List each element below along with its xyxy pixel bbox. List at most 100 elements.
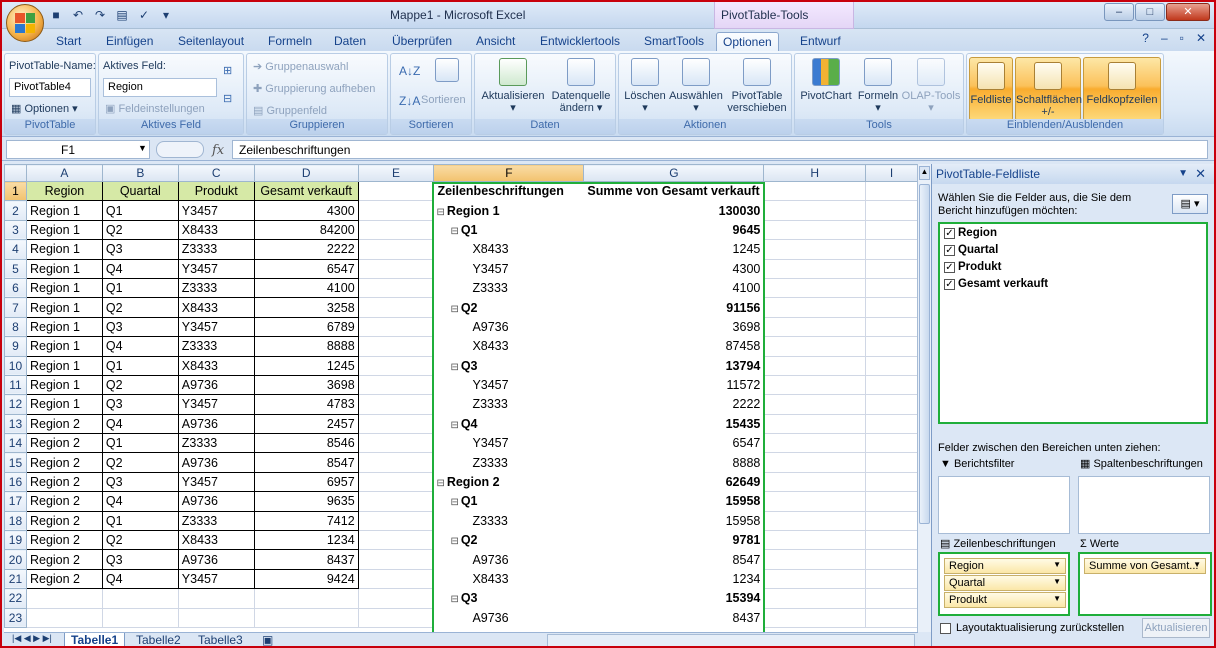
pivot-item-label[interactable]: X8433	[433, 336, 585, 357]
source-data-cell[interactable]: Region 1	[25, 200, 103, 221]
source-data-cell[interactable]: Region 1	[25, 355, 103, 376]
scroll-thumb[interactable]	[919, 184, 930, 524]
collapse-icon[interactable]: ⊟	[450, 304, 458, 315]
pivot-value-cell[interactable]: 62649	[583, 471, 765, 493]
pivot-group-label[interactable]: ⊟ Q4	[433, 413, 585, 435]
empty-cell[interactable]	[763, 491, 867, 512]
source-data-cell[interactable]: Q1	[101, 200, 179, 221]
source-data-cell[interactable]: Region 2	[25, 568, 103, 590]
tab-optionen[interactable]: Optionen	[716, 32, 779, 51]
pivot-value-cell[interactable]: 4100	[583, 277, 765, 299]
tab-start[interactable]: Start	[50, 32, 87, 51]
empty-cell[interactable]	[177, 588, 255, 609]
scroll-up-icon[interactable]: ▲	[919, 166, 930, 180]
pivot-value-cell[interactable]: 13794	[583, 355, 765, 376]
source-data-cell[interactable]: Z3333	[177, 433, 255, 454]
pivot-group-label[interactable]: ⊟ Q2	[433, 530, 585, 551]
maximize-button[interactable]: □	[1135, 3, 1165, 21]
pivot-item-label[interactable]: X8433	[433, 568, 585, 590]
source-data-cell[interactable]: Q1	[101, 355, 179, 376]
source-data-cell[interactable]: Z3333	[177, 336, 255, 357]
source-data-cell[interactable]: Q3	[101, 394, 179, 415]
tab-entwicklertools[interactable]: Entwicklertools	[534, 32, 626, 51]
empty-cell[interactable]	[865, 336, 918, 357]
empty-cell[interactable]	[763, 200, 867, 221]
pivot-value-cell[interactable]: 11572	[583, 374, 765, 396]
pivot-value-cell[interactable]: 1234	[583, 568, 765, 590]
insert-function-icon[interactable]: fx	[212, 143, 224, 158]
close-button[interactable]: ✕	[1166, 3, 1210, 21]
source-data-cell[interactable]: Region 1	[25, 297, 103, 318]
source-data-cell[interactable]: Q4	[101, 258, 179, 279]
pane-dropdown-icon[interactable]: ▼	[1178, 168, 1188, 179]
pivot-item-label[interactable]: Z3333	[433, 277, 585, 299]
source-data-cell[interactable]: Region 1	[25, 316, 103, 338]
checkbox-quartal[interactable]: ✓	[944, 245, 955, 256]
source-data-cell[interactable]: A9736	[177, 452, 255, 473]
source-data-cell[interactable]: Q3	[101, 549, 179, 570]
source-data-cell[interactable]: Region 2	[25, 452, 103, 473]
pivot-value-cell[interactable]: 2222	[583, 394, 765, 415]
empty-cell[interactable]	[25, 588, 103, 609]
source-data-cell[interactable]: Region 1	[25, 336, 103, 357]
row-header[interactable]: 15	[4, 452, 27, 473]
empty-cell[interactable]	[865, 588, 918, 609]
source-data-cell[interactable]: Q2	[101, 530, 179, 551]
source-data-cell[interactable]: 8437	[253, 549, 359, 570]
empty-cell[interactable]	[25, 607, 103, 628]
print-preview-icon[interactable]: ▤	[114, 7, 130, 23]
empty-cell[interactable]	[763, 433, 867, 454]
sort-button-label[interactable]: Sortieren	[421, 94, 466, 106]
source-data-cell[interactable]: A9736	[177, 549, 255, 570]
empty-cell[interactable]	[101, 607, 179, 628]
row-header[interactable]: 19	[4, 530, 27, 551]
source-data-cell[interactable]: Region 2	[25, 510, 103, 532]
source-data-cell[interactable]: 1245	[253, 355, 359, 376]
source-data-cell[interactable]: Q1	[101, 510, 179, 532]
source-data-cell[interactable]: Region 1	[25, 219, 103, 241]
office-button[interactable]	[6, 4, 44, 42]
tab-entwurf[interactable]: Entwurf	[794, 32, 847, 51]
sheet-nav-icons[interactable]: |◀ ◀ ▶ ▶|	[6, 633, 58, 646]
empty-cell[interactable]	[357, 239, 435, 260]
save-icon[interactable]: ■	[48, 7, 64, 23]
report-filter-area[interactable]	[938, 476, 1070, 534]
collapse-icon[interactable]: ⊟	[450, 226, 458, 237]
update-button[interactable]: Aktualisieren	[1142, 618, 1210, 638]
empty-cell[interactable]	[763, 297, 867, 318]
empty-cell[interactable]	[865, 355, 918, 376]
source-data-cell[interactable]: Q2	[101, 374, 179, 396]
field-headers-button[interactable]: Feldkopfzeilen	[1083, 57, 1161, 121]
sort-descending-icon[interactable]: Z↓A	[399, 94, 420, 108]
pivot-item-label[interactable]: A9736	[433, 549, 585, 570]
ribbon-minimize-icon[interactable]: –	[1161, 31, 1168, 45]
pivot-item-label[interactable]: Y3457	[433, 258, 585, 279]
source-data-cell[interactable]: Y3457	[177, 394, 255, 415]
source-data-cell[interactable]: A9736	[177, 374, 255, 396]
chevron-down-icon[interactable]: ▼	[1053, 560, 1061, 569]
empty-cell[interactable]	[253, 607, 359, 628]
column-header-g[interactable]: G	[583, 164, 765, 182]
empty-cell[interactable]	[865, 297, 918, 318]
empty-cell[interactable]	[357, 549, 435, 570]
source-data-cell[interactable]: Region 2	[25, 413, 103, 435]
empty-cell[interactable]	[763, 413, 867, 435]
row-header[interactable]: 4	[4, 239, 27, 260]
pivot-group-label[interactable]: ⊟ Region 1	[433, 200, 585, 221]
column-header-i[interactable]: I	[865, 164, 918, 182]
field-list-button[interactable]: Feldliste	[969, 57, 1013, 121]
pivot-item-label[interactable]: Y3457	[433, 374, 585, 396]
field-list-layout-button[interactable]: ▤ ▾	[1172, 194, 1208, 214]
empty-cell[interactable]	[763, 588, 867, 609]
group-field-button[interactable]: ▤ Gruppenfeld	[253, 104, 327, 117]
collapse-icon[interactable]: ⊟	[450, 420, 458, 431]
source-data-cell[interactable]: Z3333	[177, 510, 255, 532]
vertical-scrollbar[interactable]: ▲	[917, 164, 931, 632]
empty-cell[interactable]	[357, 355, 435, 376]
source-data-cell[interactable]: 3698	[253, 374, 359, 396]
empty-cell[interactable]	[865, 316, 918, 338]
pivot-group-label[interactable]: ⊟ Q1	[433, 491, 585, 512]
source-data-cell[interactable]: 4783	[253, 394, 359, 415]
source-data-cell[interactable]: Y3457	[177, 258, 255, 279]
column-header-d[interactable]: D	[253, 164, 359, 182]
